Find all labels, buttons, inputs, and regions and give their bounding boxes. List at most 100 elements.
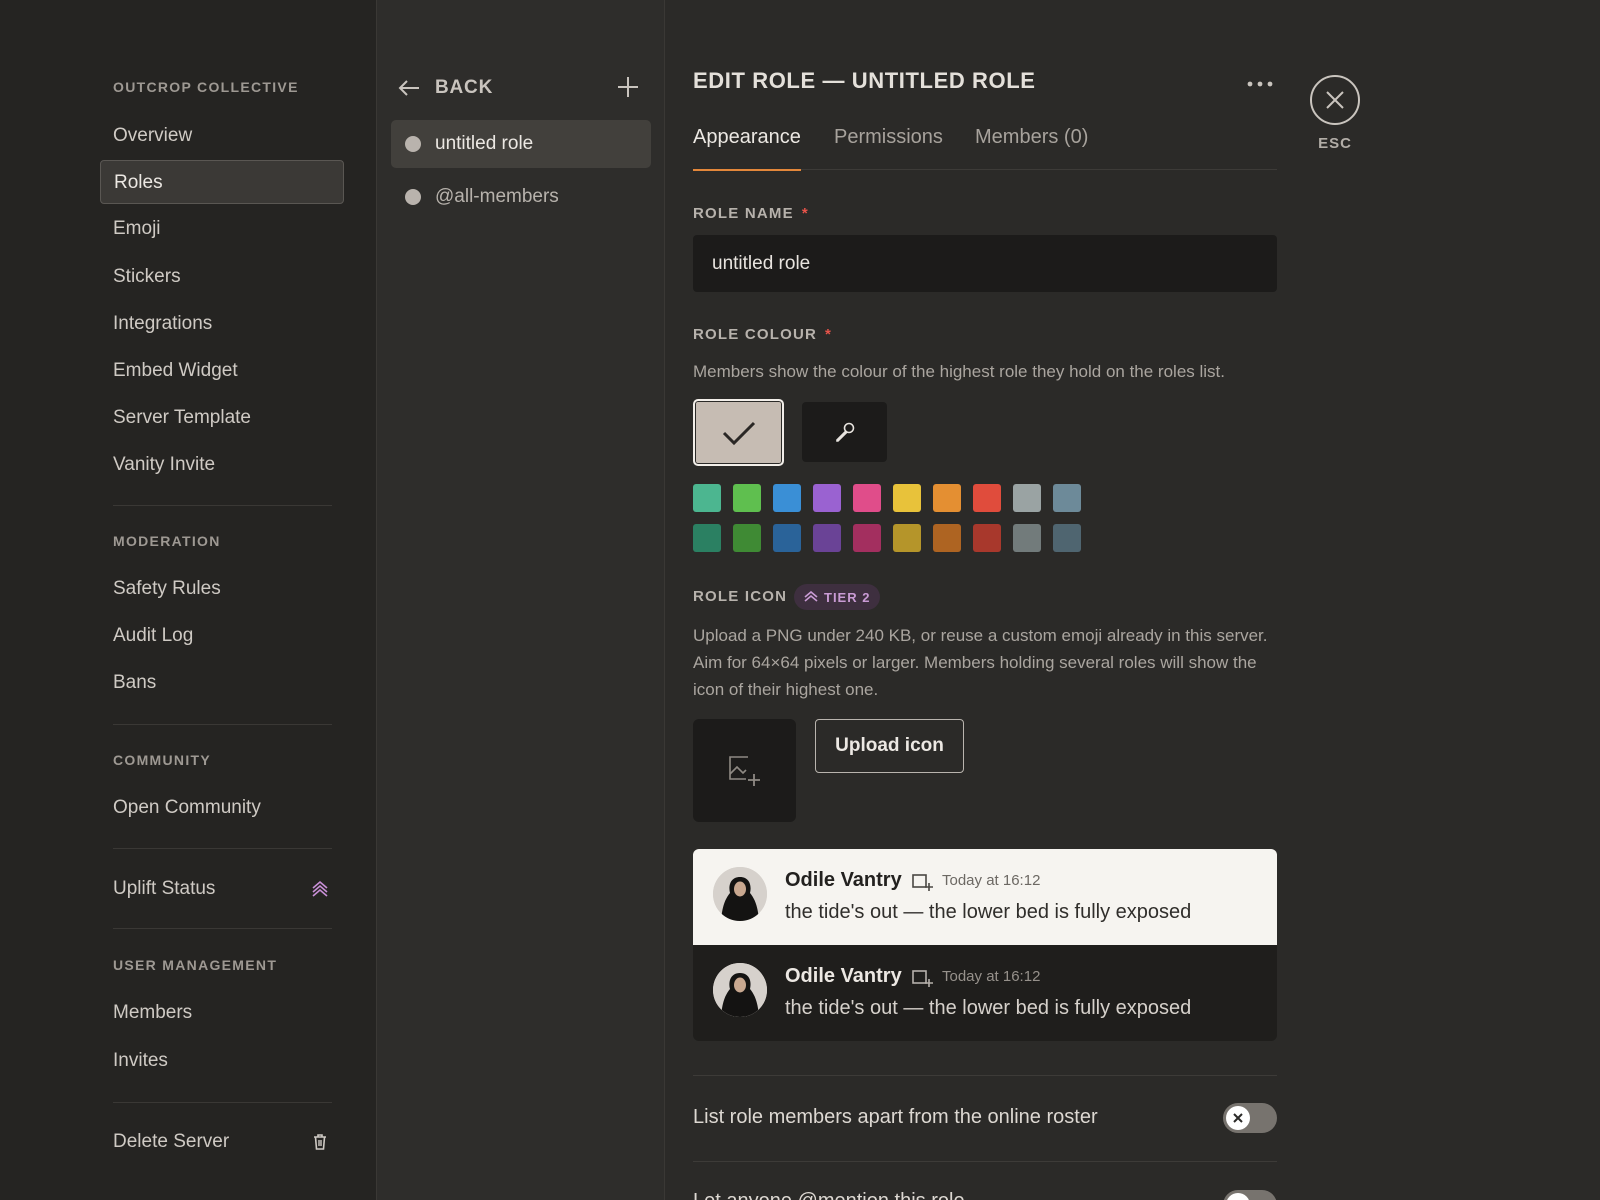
- avatar-image: [713, 963, 767, 1017]
- tab-members[interactable]: Members (0): [975, 126, 1088, 170]
- back-label: BACK: [435, 77, 494, 98]
- sidebar-item-emoji[interactable]: Emoji: [100, 207, 344, 251]
- role-icon-dropzone[interactable]: [693, 719, 796, 822]
- edit-role-panel: EDIT ROLE — UNTITLED ROLE Appearance Per…: [693, 0, 1277, 1200]
- colour-swatch[interactable]: [1013, 524, 1041, 552]
- role-item-all-members[interactable]: @all-members: [391, 173, 651, 221]
- close-icon: [1233, 1113, 1243, 1123]
- preview-message-text: the tide's out — the lower bed is fully …: [785, 997, 1192, 1019]
- row-divider: [693, 1161, 1277, 1162]
- colour-swatch[interactable]: [1053, 484, 1081, 512]
- mentionable-label: Let anyone @mention this role: [693, 1190, 965, 1200]
- tier-badge-label: TIER 2: [824, 589, 871, 605]
- sidebar-item-vanity-invite[interactable]: Vanity Invite: [100, 443, 344, 487]
- colour-swatch[interactable]: [733, 524, 761, 552]
- role-tag-icon: [912, 874, 933, 891]
- colour-swatch[interactable]: [973, 524, 1001, 552]
- colour-swatch[interactable]: [733, 484, 761, 512]
- colour-swatch[interactable]: [1013, 484, 1041, 512]
- role-colour-help: Members show the colour of the highest r…: [693, 362, 1226, 381]
- sidebar-item-roles[interactable]: Roles: [100, 160, 344, 204]
- colour-swatch[interactable]: [893, 484, 921, 512]
- sidebar-item-delete-server[interactable]: Delete Server: [100, 1120, 344, 1164]
- colour-swatch[interactable]: [973, 484, 1001, 512]
- colour-swatch[interactable]: [1053, 524, 1081, 552]
- default-colour-swatch[interactable]: [693, 399, 784, 466]
- colour-swatch[interactable]: [813, 484, 841, 512]
- tier-badge: TIER 2: [794, 584, 881, 610]
- role-name-input[interactable]: [693, 235, 1277, 292]
- close-button[interactable]: [1310, 75, 1360, 125]
- role-name: @all-members: [435, 186, 559, 207]
- add-role-icon[interactable]: [615, 74, 641, 100]
- server-name-heading: OUTCROP COLLECTIVE: [113, 79, 299, 95]
- preview-message-dark: Odile Vantry Today at 16:12 the tide's o…: [693, 945, 1277, 1041]
- tab-appearance[interactable]: Appearance: [693, 126, 801, 171]
- page-title: EDIT ROLE — UNTITLED ROLE: [693, 68, 1036, 93]
- sidebar-item-stickers[interactable]: Stickers: [100, 255, 344, 299]
- preview-message-light: Odile Vantry Today at 16:12 the tide's o…: [693, 849, 1277, 945]
- required-marker: *: [801, 205, 809, 222]
- roles-list-panel: BACK untitled role @all-members: [376, 0, 665, 1200]
- role-colour-dot: [405, 136, 421, 152]
- sidebar-item-integrations[interactable]: Integrations: [100, 302, 344, 346]
- close-settings: ESC: [1310, 75, 1360, 152]
- role-colour-dot: [405, 189, 421, 205]
- sidebar-item-label: Uplift Status: [113, 878, 216, 899]
- sidebar-item-audit-log[interactable]: Audit Log: [100, 614, 344, 658]
- role-tag-icon: [912, 970, 933, 987]
- required-marker: *: [825, 326, 833, 343]
- close-icon: [1326, 91, 1344, 109]
- sidebar-item-uplift-status[interactable]: Uplift Status: [100, 867, 344, 911]
- colour-swatch[interactable]: [853, 524, 881, 552]
- preview-timestamp: Today at 16:12: [942, 872, 1041, 889]
- avatar-image: [713, 867, 767, 921]
- sidebar-divider: [113, 724, 332, 725]
- preview-author-name: Odile Vantry: [785, 869, 902, 891]
- colour-swatch[interactable]: [853, 484, 881, 512]
- uplift-chevrons-icon: [804, 591, 818, 602]
- colour-swatch[interactable]: [813, 524, 841, 552]
- moderation-heading: MODERATION: [113, 533, 221, 549]
- settings-sidebar: OUTCROP COLLECTIVE Overview Roles Emoji …: [0, 0, 376, 1200]
- community-heading: COMMUNITY: [113, 752, 212, 768]
- custom-colour-picker[interactable]: [802, 402, 887, 462]
- role-item-untitled[interactable]: untitled role: [391, 120, 651, 168]
- upload-icon-button[interactable]: Upload icon: [815, 719, 964, 773]
- colour-swatch[interactable]: [693, 524, 721, 552]
- eyedropper-icon: [835, 422, 854, 442]
- sidebar-item-bans[interactable]: Bans: [100, 661, 344, 705]
- add-image-icon: [728, 755, 760, 786]
- sidebar-item-embed-widget[interactable]: Embed Widget: [100, 349, 344, 393]
- checkmark-icon: [722, 421, 755, 445]
- mentionable-toggle[interactable]: [1223, 1190, 1277, 1200]
- role-name-label-text: ROLE NAME: [693, 205, 794, 222]
- colour-swatch[interactable]: [693, 484, 721, 512]
- role-name: untitled role: [435, 133, 534, 154]
- back-button[interactable]: BACK: [397, 70, 493, 106]
- sidebar-divider: [113, 928, 332, 929]
- sidebar-item-safety-rules[interactable]: Safety Rules: [100, 567, 344, 611]
- separate-roster-toggle[interactable]: [1223, 1103, 1277, 1133]
- tab-bar: Appearance Permissions Members (0): [693, 126, 1277, 171]
- user-management-heading: USER MANAGEMENT: [113, 957, 278, 973]
- colour-swatch[interactable]: [773, 524, 801, 552]
- more-options-icon[interactable]: [1245, 72, 1275, 96]
- sidebar-item-overview[interactable]: Overview: [100, 114, 344, 158]
- colour-swatch[interactable]: [933, 484, 961, 512]
- colour-swatch[interactable]: [893, 524, 921, 552]
- sidebar-item-invites[interactable]: Invites: [100, 1039, 344, 1083]
- tab-permissions[interactable]: Permissions: [834, 126, 943, 170]
- role-colour-label-text: ROLE COLOUR: [693, 326, 818, 343]
- sidebar-item-open-community[interactable]: Open Community: [100, 786, 344, 830]
- sidebar-item-members[interactable]: Members: [100, 991, 344, 1035]
- arrow-left-icon: [398, 80, 419, 96]
- sidebar-item-label: Delete Server: [113, 1131, 230, 1152]
- sidebar-item-server-template[interactable]: Server Template: [100, 396, 344, 440]
- trash-icon: [314, 1134, 326, 1150]
- separate-roster-label: List role members apart from the online …: [693, 1106, 1098, 1128]
- role-icon-help: Upload a PNG under 240 KB, or reuse a cu…: [693, 626, 1268, 699]
- role-name-label: ROLE NAME *: [693, 205, 809, 222]
- colour-swatch[interactable]: [933, 524, 961, 552]
- colour-swatch[interactable]: [773, 484, 801, 512]
